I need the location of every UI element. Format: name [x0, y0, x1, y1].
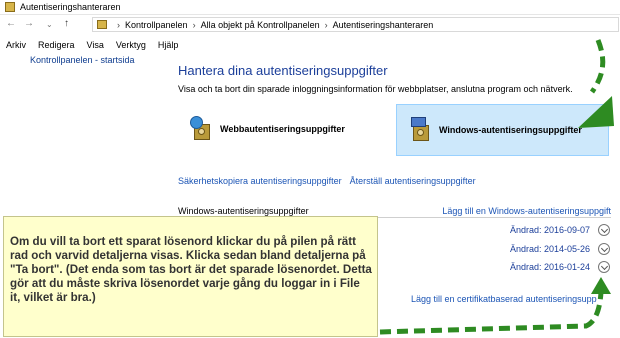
menu-bar: Arkiv Redigera Visa Verktyg Hjälp — [0, 40, 620, 52]
expand-chevron-icon[interactable] — [598, 224, 610, 236]
address-box[interactable]: › Kontrollpanelen › Alla objekt på Kontr… — [92, 17, 619, 32]
instruction-note-text: Om du vill ta bort ett sparat lösenord k… — [10, 235, 372, 304]
page-description: Visa och ta bort din sparade inloggnings… — [178, 84, 573, 94]
chevron-right-icon: › — [324, 19, 328, 30]
web-credentials-label: Webbautentiseringsuppgifter — [220, 124, 345, 134]
expand-chevron-icon[interactable] — [598, 243, 610, 255]
sidebar-control-panel-home[interactable]: Kontrollpanelen - startsida — [30, 55, 135, 65]
credential-row[interactable]: Ändrad: 2016-09-07 — [395, 222, 610, 238]
breadcrumb-credential-manager[interactable]: Autentiseringshanteraren — [333, 20, 434, 30]
chevron-right-icon: › — [192, 19, 196, 30]
up-arrow-icon[interactable]: ↑ — [64, 18, 69, 29]
add-windows-credential-link[interactable]: Lägg till en Windows-autentiseringsuppgi… — [442, 206, 611, 216]
credential-row[interactable]: Ändrad: 2016-01-24 — [395, 259, 610, 275]
credential-row[interactable]: Ändrad: 2014-05-26 — [395, 241, 610, 257]
folder-icon — [97, 20, 107, 29]
add-certificate-credential-link[interactable]: Lägg till en certifikatbaserad autentise… — [411, 294, 597, 304]
breadcrumb-control-panel[interactable]: Kontrollpanelen — [125, 20, 188, 30]
breadcrumb-all-items[interactable]: Alla objekt på Kontrollpanelen — [201, 20, 320, 30]
forward-arrow-icon[interactable]: → — [24, 18, 34, 29]
modified-date: Ändrad: 2014-05-26 — [509, 244, 590, 254]
chevron-down-icon[interactable]: ⌄ — [46, 20, 53, 29]
menu-view[interactable]: Visa — [87, 40, 104, 52]
web-credentials-icon — [190, 116, 214, 142]
windows-credentials-icon — [409, 117, 433, 143]
chevron-right-icon: › — [117, 19, 120, 30]
menu-edit[interactable]: Redigera — [38, 40, 75, 52]
backup-restore-links: Säkerhetskopiera autentiseringsuppgifter… — [178, 176, 476, 186]
backup-link[interactable]: Säkerhetskopiera autentiseringsuppgifter — [178, 176, 342, 186]
address-bar: ← → ⌄ ↑ › Kontrollpanelen › Alla objekt … — [0, 15, 620, 35]
windows-credentials-tile[interactable]: Windows-autentiseringsuppgifter — [396, 104, 609, 156]
credential-manager-icon — [5, 2, 15, 12]
menu-help[interactable]: Hjälp — [158, 40, 179, 52]
web-credentials-tile[interactable]: Webbautentiseringsuppgifter — [178, 104, 378, 154]
menu-tools[interactable]: Verktyg — [116, 40, 146, 52]
section-title: Windows-autentiseringsuppgifter — [178, 206, 309, 216]
restore-link[interactable]: Återställ autentiseringsuppgifter — [350, 176, 476, 186]
window-title: Autentiseringshanteraren — [20, 2, 121, 12]
expand-chevron-icon[interactable] — [598, 261, 610, 273]
instruction-note: Om du vill ta bort ett sparat lösenord k… — [3, 216, 378, 337]
windows-credentials-section-header: Windows-autentiseringsuppgifter Lägg til… — [178, 206, 611, 216]
menu-file[interactable]: Arkiv — [6, 40, 26, 52]
page-title: Hantera dina autentiseringsuppgifter — [178, 63, 388, 78]
annotation-arrowhead-bottom — [591, 277, 611, 294]
modified-date: Ändrad: 2016-09-07 — [509, 225, 590, 235]
back-arrow-icon[interactable]: ← — [6, 18, 16, 29]
modified-date: Ändrad: 2016-01-24 — [509, 262, 590, 272]
windows-credentials-label: Windows-autentiseringsuppgifter — [439, 125, 582, 135]
title-bar: Autentiseringshanteraren — [0, 0, 620, 15]
